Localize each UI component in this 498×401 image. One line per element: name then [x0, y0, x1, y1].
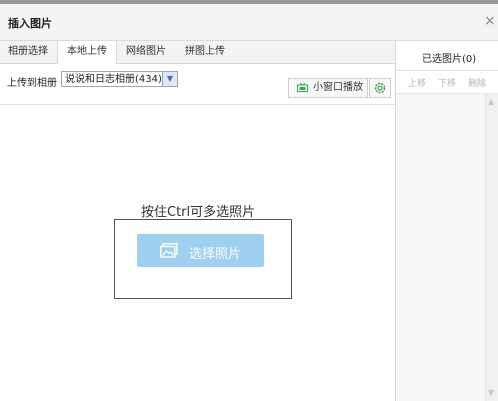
chevron-down-icon[interactable]: ▼ — [162, 72, 177, 86]
selected-images-list — [396, 94, 498, 401]
selected-images-header: 已选图片(0) — [396, 41, 498, 71]
gear-icon — [374, 82, 386, 94]
close-icon[interactable]: × — [484, 14, 496, 28]
content-divider — [0, 104, 395, 105]
selected-images-title: 已选图片(0) — [422, 54, 477, 65]
selected-actions: 上移 下移 删除 — [396, 71, 498, 94]
settings-button[interactable] — [369, 78, 391, 98]
tab-web-image[interactable]: 网络图片 — [118, 41, 174, 63]
scroll-down-icon[interactable]: ▼ — [488, 388, 494, 397]
choose-photo-button[interactable]: 选择照片 — [137, 234, 264, 267]
album-select-value: 说说和日志相册(434) — [65, 74, 162, 85]
scroll-up-icon[interactable]: ▲ — [488, 97, 494, 106]
tab-album-select[interactable]: 相册选择 — [0, 41, 56, 63]
move-down-button[interactable]: 下移 — [438, 76, 456, 89]
tv-icon — [297, 83, 308, 92]
small-window-play-button[interactable]: 小窗口播放 — [288, 78, 368, 98]
tab-local-upload[interactable]: 本地上传 — [57, 41, 117, 64]
album-select[interactable]: 说说和日志相册(434) ▼ — [61, 71, 178, 87]
dialog-titlebar: 插入图片 × — [0, 4, 498, 41]
multi-select-hint: 按住Ctrl可多选照片 — [141, 205, 256, 220]
move-up-button[interactable]: 上移 — [408, 76, 426, 89]
choose-photo-label: 选择照片 — [189, 247, 242, 262]
picture-icon — [160, 243, 178, 258]
small-window-label: 小窗口播放 — [313, 82, 363, 93]
tab-bar: 相册选择 本地上传 网络图片 拼图上传 — [0, 41, 395, 64]
delete-button[interactable]: 删除 — [468, 76, 486, 89]
dialog-title: 插入图片 — [8, 17, 52, 30]
upload-to-album-label: 上传到相册 — [7, 78, 57, 89]
selected-list-scrollbar[interactable]: ▲ ▼ — [485, 94, 498, 401]
selected-images-panel: 已选图片(0) 上移 下移 删除 — [396, 41, 498, 401]
tab-collage-upload[interactable]: 拼图上传 — [176, 41, 234, 63]
